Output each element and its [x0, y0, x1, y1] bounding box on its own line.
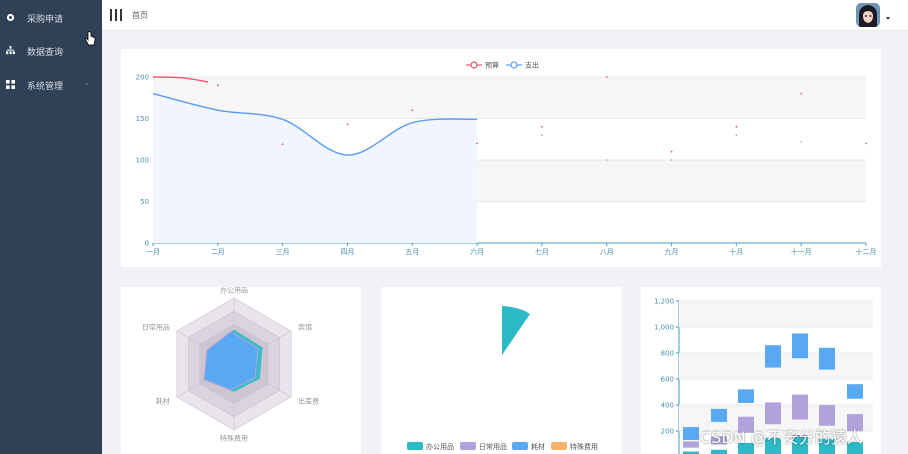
sidebar-item-purchase-request[interactable]: 采购申请 — [0, 3, 102, 33]
gear-icon — [6, 13, 15, 22]
x-tick-label: 十一月 — [791, 247, 812, 256]
radar-indicator-label: 宾馆 — [298, 323, 312, 332]
budget-point — [346, 123, 349, 126]
bar-segment — [847, 384, 863, 399]
sidebar-item-label: 数据查询 — [27, 48, 64, 58]
chevron-down-icon: ⌄ — [84, 79, 90, 87]
bar-segment — [792, 333, 808, 359]
legend-label: 支出 — [525, 61, 539, 70]
bar-segment — [819, 405, 835, 426]
sidebar-item-system-management[interactable]: 系统管理 ⌄ — [0, 70, 102, 100]
y-tick-label: 1,200 — [654, 298, 674, 306]
grid-icon — [6, 80, 15, 89]
legend-label: 耗材 — [531, 442, 545, 451]
top-navbar: 首页 — [102, 0, 908, 31]
y-tick-label: 50 — [140, 198, 149, 206]
expense-point — [541, 134, 543, 136]
x-tick-label: 十月 — [729, 247, 743, 256]
x-tick-label: 一月 — [146, 248, 160, 256]
legend-swatch — [460, 442, 476, 450]
y-tick-label: 600 — [661, 376, 674, 384]
y-tick-label: 400 — [661, 402, 674, 410]
tree-icon — [6, 46, 15, 55]
sidebar: 采购申请 数据查询 系统管理 ⌄ — [0, 0, 102, 454]
budget-point — [800, 92, 803, 95]
hand-cursor-icon — [84, 31, 96, 46]
x-tick-label: 五月 — [405, 248, 419, 256]
legend-swatch — [407, 442, 423, 450]
pie-chart-card: 办公用品 日常用品 耗材 特殊费用 — [381, 287, 621, 454]
budget-point — [735, 125, 738, 128]
bar-segment — [683, 427, 699, 441]
budget-point — [216, 84, 219, 87]
radar-indicator-label: 耗材 — [156, 397, 170, 406]
radar-chart: 办公用品宾馆出差费特殊费用 耗材 日常用品 — [142, 287, 319, 443]
radar-indicator-label: 特殊费用 — [220, 434, 248, 443]
chevron-down-icon[interactable] — [886, 17, 890, 20]
radar-indicator-label: 出差费 — [298, 397, 319, 406]
legend-label: 办公用品 — [426, 442, 454, 451]
line-chart: 0 50 100 150 200 一月 二月 三月 四月 五月 六月 七月 八月 九月 十月 十一月 十二月 预… — [136, 61, 877, 257]
x-tick-label: 六月 — [470, 247, 484, 256]
watermark: CSDN @不安分的猿人 — [700, 428, 863, 447]
legend-label: 日常用品 — [479, 442, 507, 451]
budget-point — [541, 125, 543, 128]
expense-point — [605, 159, 608, 161]
x-tick-label: 七月 — [535, 247, 549, 256]
radar-chart-card: 办公用品宾馆出差费特殊费用 耗材 日常用品 — [121, 287, 361, 454]
y-tick-label: 200 — [661, 428, 674, 436]
expense-point — [735, 134, 738, 136]
expense-point — [865, 142, 867, 145]
radar-indicator-label: 日常用品 — [142, 323, 170, 332]
budget-point — [411, 109, 414, 112]
x-tick-label: 十二月 — [856, 247, 877, 256]
legend-label: 预算 — [485, 61, 499, 70]
bar-segment — [738, 389, 754, 403]
legend-label: 特殊费用 — [570, 442, 598, 451]
x-tick-label: 八月 — [600, 248, 614, 256]
bar-segment — [711, 408, 727, 422]
pie-chart: 办公用品 日常用品 耗材 特殊费用 — [407, 306, 598, 451]
budget-point — [476, 142, 478, 145]
avatar-icon — [856, 3, 880, 27]
pie-slice — [502, 306, 530, 355]
budget-point — [670, 150, 673, 153]
hamburger-icon[interactable] — [110, 9, 122, 21]
bar-segment — [711, 449, 727, 454]
radar-indicator-label: 办公用品 — [220, 287, 248, 295]
y-tick-label: 1,000 — [654, 324, 674, 332]
breadcrumb[interactable]: 首页 — [132, 10, 148, 21]
legend-swatch — [551, 442, 567, 450]
bar-segment — [765, 345, 781, 368]
legend-swatch — [512, 442, 528, 450]
bar-segment — [683, 441, 699, 448]
grid-band — [679, 301, 873, 327]
x-tick-label: 四月 — [340, 248, 354, 256]
legend-marker — [470, 61, 478, 69]
bar-segment — [819, 347, 835, 370]
legend-marker — [510, 61, 518, 69]
y-tick-label: 200 — [136, 74, 149, 82]
expense-point — [800, 140, 802, 143]
x-tick-label: 三月 — [276, 248, 290, 256]
y-tick-label: 100 — [136, 157, 149, 165]
grid-band — [153, 77, 866, 119]
y-tick-label: 150 — [136, 115, 149, 123]
line-chart-card: 0 50 100 150 200 一月 二月 三月 四月 五月 六月 七月 八月 九月 十月 十一月 十二月 预… — [121, 49, 881, 267]
sidebar-item-label: 采购申请 — [27, 15, 64, 25]
x-tick-label: 二月 — [211, 248, 225, 256]
bar-segment — [765, 402, 781, 425]
sidebar-item-label: 系统管理 — [27, 82, 64, 92]
y-tick-label: 800 — [661, 350, 674, 358]
budget-point — [281, 143, 284, 146]
y-tick-label: 0 — [145, 240, 149, 248]
expense-point — [670, 159, 673, 161]
budget-point — [605, 76, 608, 78]
bar-segment — [792, 394, 808, 420]
x-tick-label: 九月 — [665, 247, 679, 256]
avatar[interactable] — [856, 3, 880, 27]
